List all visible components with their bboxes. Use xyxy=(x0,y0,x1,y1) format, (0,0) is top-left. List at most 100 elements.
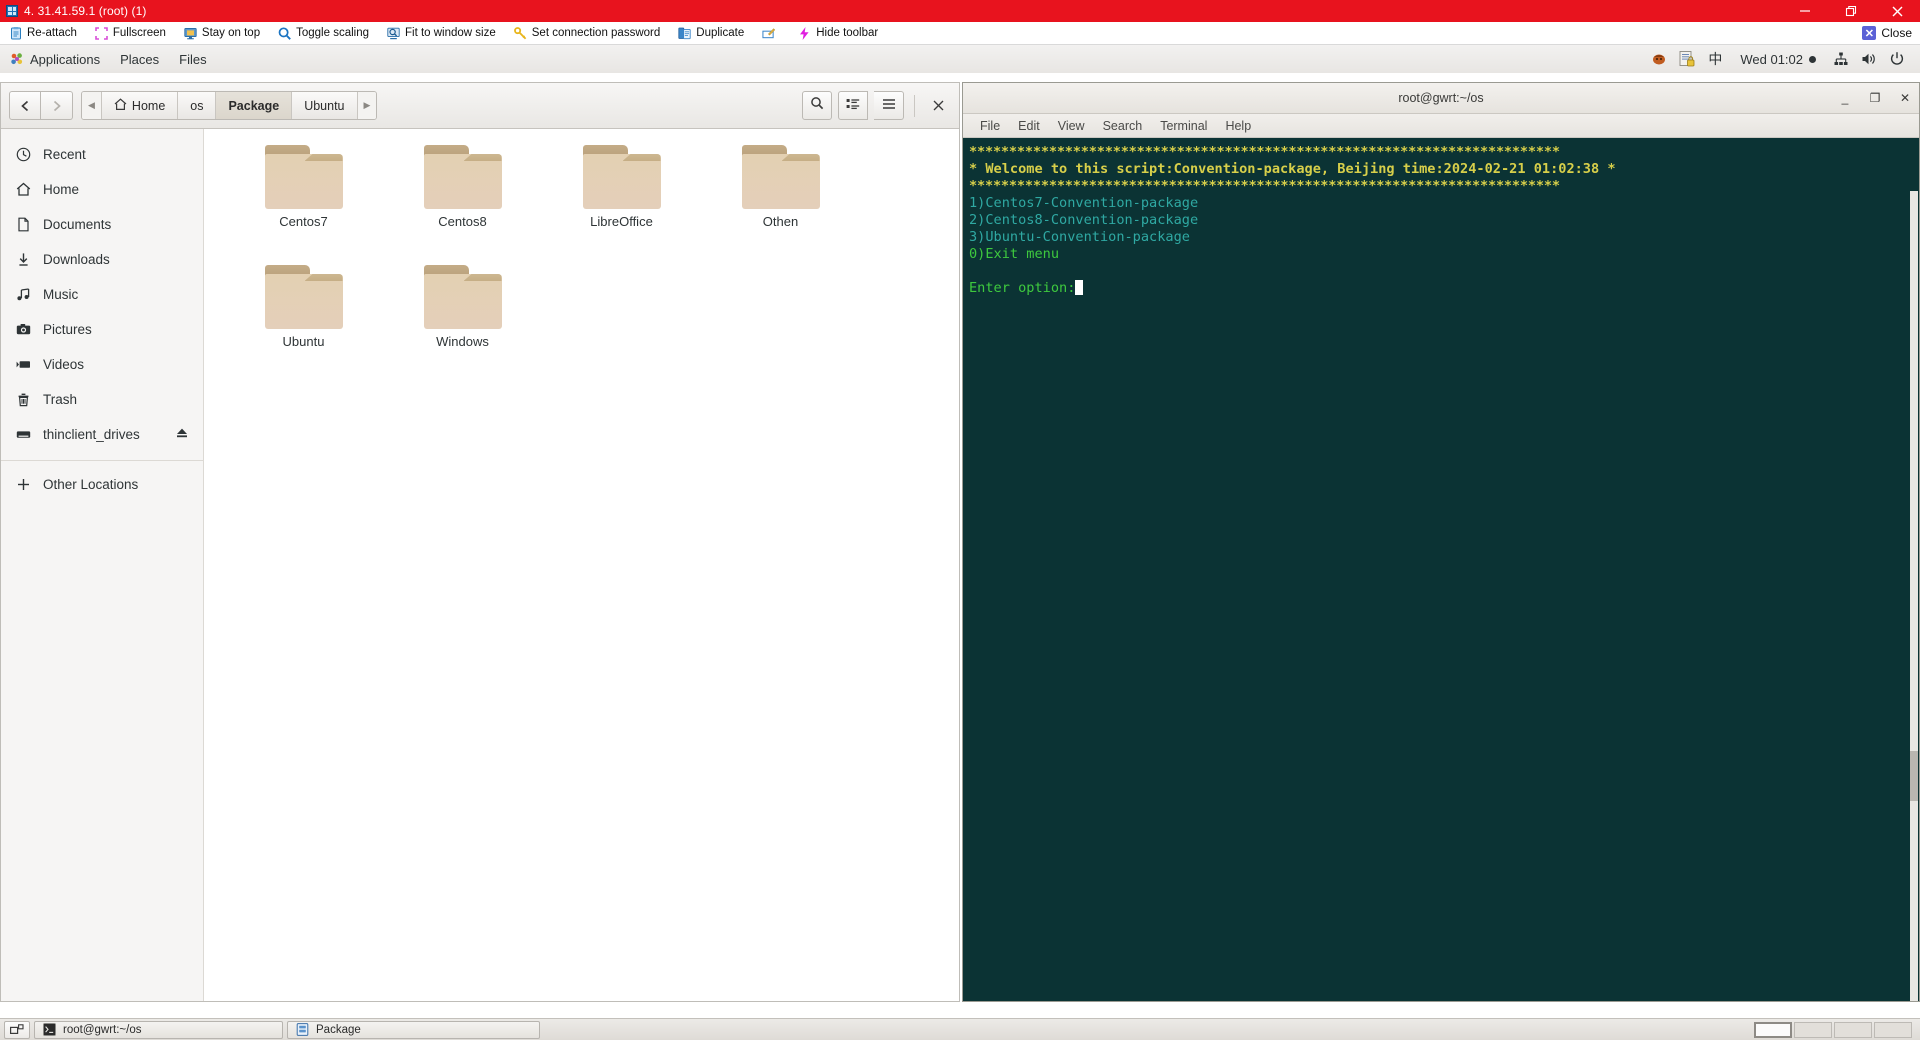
power-icon[interactable] xyxy=(1884,47,1910,71)
file-manager-close-button[interactable] xyxy=(925,93,951,119)
maximize-icon[interactable]: ❐ xyxy=(1867,91,1883,105)
folder-icon xyxy=(582,145,661,209)
menu-applications[interactable]: Applications xyxy=(0,45,110,73)
minimize-icon[interactable] xyxy=(1782,0,1828,22)
close-icon[interactable]: ✕ xyxy=(1897,91,1913,105)
trash-icon xyxy=(15,391,32,408)
folder-item[interactable]: Centos8 xyxy=(383,145,542,265)
folder-icon xyxy=(423,145,502,209)
terminal-window: root@gwrt:~/os _ ❐ ✕ File Edit View Sear… xyxy=(962,82,1920,1002)
folder-item[interactable]: Centos7 xyxy=(224,145,383,265)
terminal-output[interactable]: ****************************************… xyxy=(963,138,1919,1001)
vnc-window-buttons xyxy=(1782,0,1920,22)
breadcrumb-label-ubuntu: Ubuntu xyxy=(304,98,345,113)
folder-item[interactable]: LibreOffice xyxy=(542,145,701,265)
sidebar-label-recent: Recent xyxy=(43,147,86,162)
sidebar-item-thinclient-drives[interactable]: thinclient_drives xyxy=(1,417,203,452)
terminal-menu-terminal[interactable]: Terminal xyxy=(1151,119,1216,133)
workspace-4[interactable] xyxy=(1874,1021,1912,1038)
breadcrumb-scroll-left[interactable]: ◀ xyxy=(82,92,102,119)
desktop-area: ◀ Home os Package Ubuntu ▶ Recent Home D… xyxy=(0,73,1920,1018)
folder-item[interactable]: Ubuntu xyxy=(224,265,383,385)
hide-toolbar-label: Hide toolbar xyxy=(816,27,879,39)
document-lock-icon[interactable] xyxy=(1674,47,1700,71)
toggle-scaling-label: Toggle scaling xyxy=(296,27,369,39)
sidebar-label-other-locations: Other Locations xyxy=(43,477,139,492)
eject-icon[interactable] xyxy=(175,426,189,443)
reattach-button[interactable]: Re-attach xyxy=(0,22,86,44)
menu-files[interactable]: Files xyxy=(169,45,216,73)
breadcrumb-label-home: Home xyxy=(131,98,166,113)
show-desktop-button[interactable] xyxy=(4,1020,30,1039)
toggle-scaling-button[interactable]: Toggle scaling xyxy=(269,22,378,44)
sidebar-item-music[interactable]: Music xyxy=(1,277,203,312)
vnc-title-bar: 4. 31.41.59.1 (root) (1) xyxy=(0,0,1920,22)
sidebar-item-pictures[interactable]: Pictures xyxy=(1,312,203,347)
workspace-3[interactable] xyxy=(1834,1021,1872,1038)
folder-item[interactable]: Windows xyxy=(383,265,542,385)
video-icon xyxy=(15,356,32,373)
folder-label: Centos7 xyxy=(279,214,328,229)
breadcrumb-item-os[interactable]: os xyxy=(178,92,217,119)
workspace-1[interactable] xyxy=(1754,1021,1792,1038)
back-button[interactable] xyxy=(9,91,41,120)
breadcrumb-scroll-right[interactable]: ▶ xyxy=(357,92,377,119)
edit-note-button[interactable] xyxy=(753,22,789,44)
taskbar-item-package[interactable]: Package xyxy=(287,1020,540,1039)
close-icon[interactable] xyxy=(1874,0,1920,22)
hide-toolbar-button[interactable]: Hide toolbar xyxy=(789,22,887,44)
fullscreen-button[interactable]: Fullscreen xyxy=(86,22,175,44)
app-indicator-icon[interactable] xyxy=(1646,47,1672,71)
terminal-scrollbar-thumb[interactable] xyxy=(1910,751,1918,801)
panel-clock[interactable]: Wed 01:02 xyxy=(1730,52,1826,67)
breadcrumb-item-ubuntu[interactable]: Ubuntu xyxy=(292,92,358,119)
reattach-label: Re-attach xyxy=(27,27,77,39)
vnc-close-button[interactable]: ✕ Close xyxy=(1862,26,1920,40)
input-method-indicator[interactable]: 中 xyxy=(1702,47,1728,71)
restore-icon[interactable] xyxy=(1828,0,1874,22)
taskbar-item-terminal[interactable]: root@gwrt:~/os xyxy=(34,1020,283,1039)
download-icon xyxy=(15,251,32,268)
fit-window-button[interactable]: Fit to window size xyxy=(378,22,505,44)
sidebar-item-home[interactable]: Home xyxy=(1,172,203,207)
forward-button[interactable] xyxy=(41,91,73,120)
terminal-scrollbar[interactable] xyxy=(1910,191,1918,1001)
sidebar-item-other-locations[interactable]: Other Locations xyxy=(1,467,203,502)
folder-icon xyxy=(423,265,502,329)
terminal-menu-search[interactable]: Search xyxy=(1094,119,1152,133)
stay-on-top-button[interactable]: Stay on top xyxy=(175,22,269,44)
minimize-icon[interactable]: _ xyxy=(1837,91,1853,105)
network-icon[interactable] xyxy=(1828,47,1854,71)
menu-places[interactable]: Places xyxy=(110,45,169,73)
folder-label: Centos8 xyxy=(438,214,487,229)
sidebar-item-downloads[interactable]: Downloads xyxy=(1,242,203,277)
sidebar-item-trash[interactable]: Trash xyxy=(1,382,203,417)
volume-icon[interactable] xyxy=(1856,47,1882,71)
workspace-2[interactable] xyxy=(1794,1021,1832,1038)
terminal-title-label: root@gwrt:~/os xyxy=(1398,91,1484,105)
file-manager-header-actions xyxy=(802,91,951,120)
set-connection-password-button[interactable]: Set connection password xyxy=(505,22,670,44)
folder-item[interactable]: Othen xyxy=(701,145,860,265)
terminal-menu-view[interactable]: View xyxy=(1049,119,1094,133)
breadcrumb-item-home[interactable]: Home xyxy=(101,92,179,119)
fullscreen-icon xyxy=(95,26,108,40)
duplicate-button[interactable]: Duplicate xyxy=(669,22,753,44)
sidebar-item-documents[interactable]: Documents xyxy=(1,207,203,242)
hamburger-menu-button[interactable] xyxy=(874,91,904,120)
terminal-menu-help[interactable]: Help xyxy=(1216,119,1260,133)
camera-icon xyxy=(15,321,32,338)
terminal-menu-edit[interactable]: Edit xyxy=(1009,119,1049,133)
terminal-menu-file[interactable]: File xyxy=(971,119,1009,133)
sidebar-item-recent[interactable]: Recent xyxy=(1,137,203,172)
file-manager-icon-view[interactable]: Centos7 Centos8 LibreOffice Othen Ubuntu… xyxy=(204,129,959,1001)
vnc-title-left: 4. 31.41.59.1 (root) (1) xyxy=(0,4,146,18)
sidebar-label-videos: Videos xyxy=(43,357,85,372)
search-button[interactable] xyxy=(802,91,832,120)
breadcrumb-label-os: os xyxy=(190,98,204,113)
view-list-button[interactable] xyxy=(838,91,868,120)
notification-dot-icon xyxy=(1809,55,1816,63)
sidebar-item-videos[interactable]: Videos xyxy=(1,347,203,382)
breadcrumb-item-package[interactable]: Package xyxy=(216,92,293,119)
lightning-icon xyxy=(798,26,811,40)
